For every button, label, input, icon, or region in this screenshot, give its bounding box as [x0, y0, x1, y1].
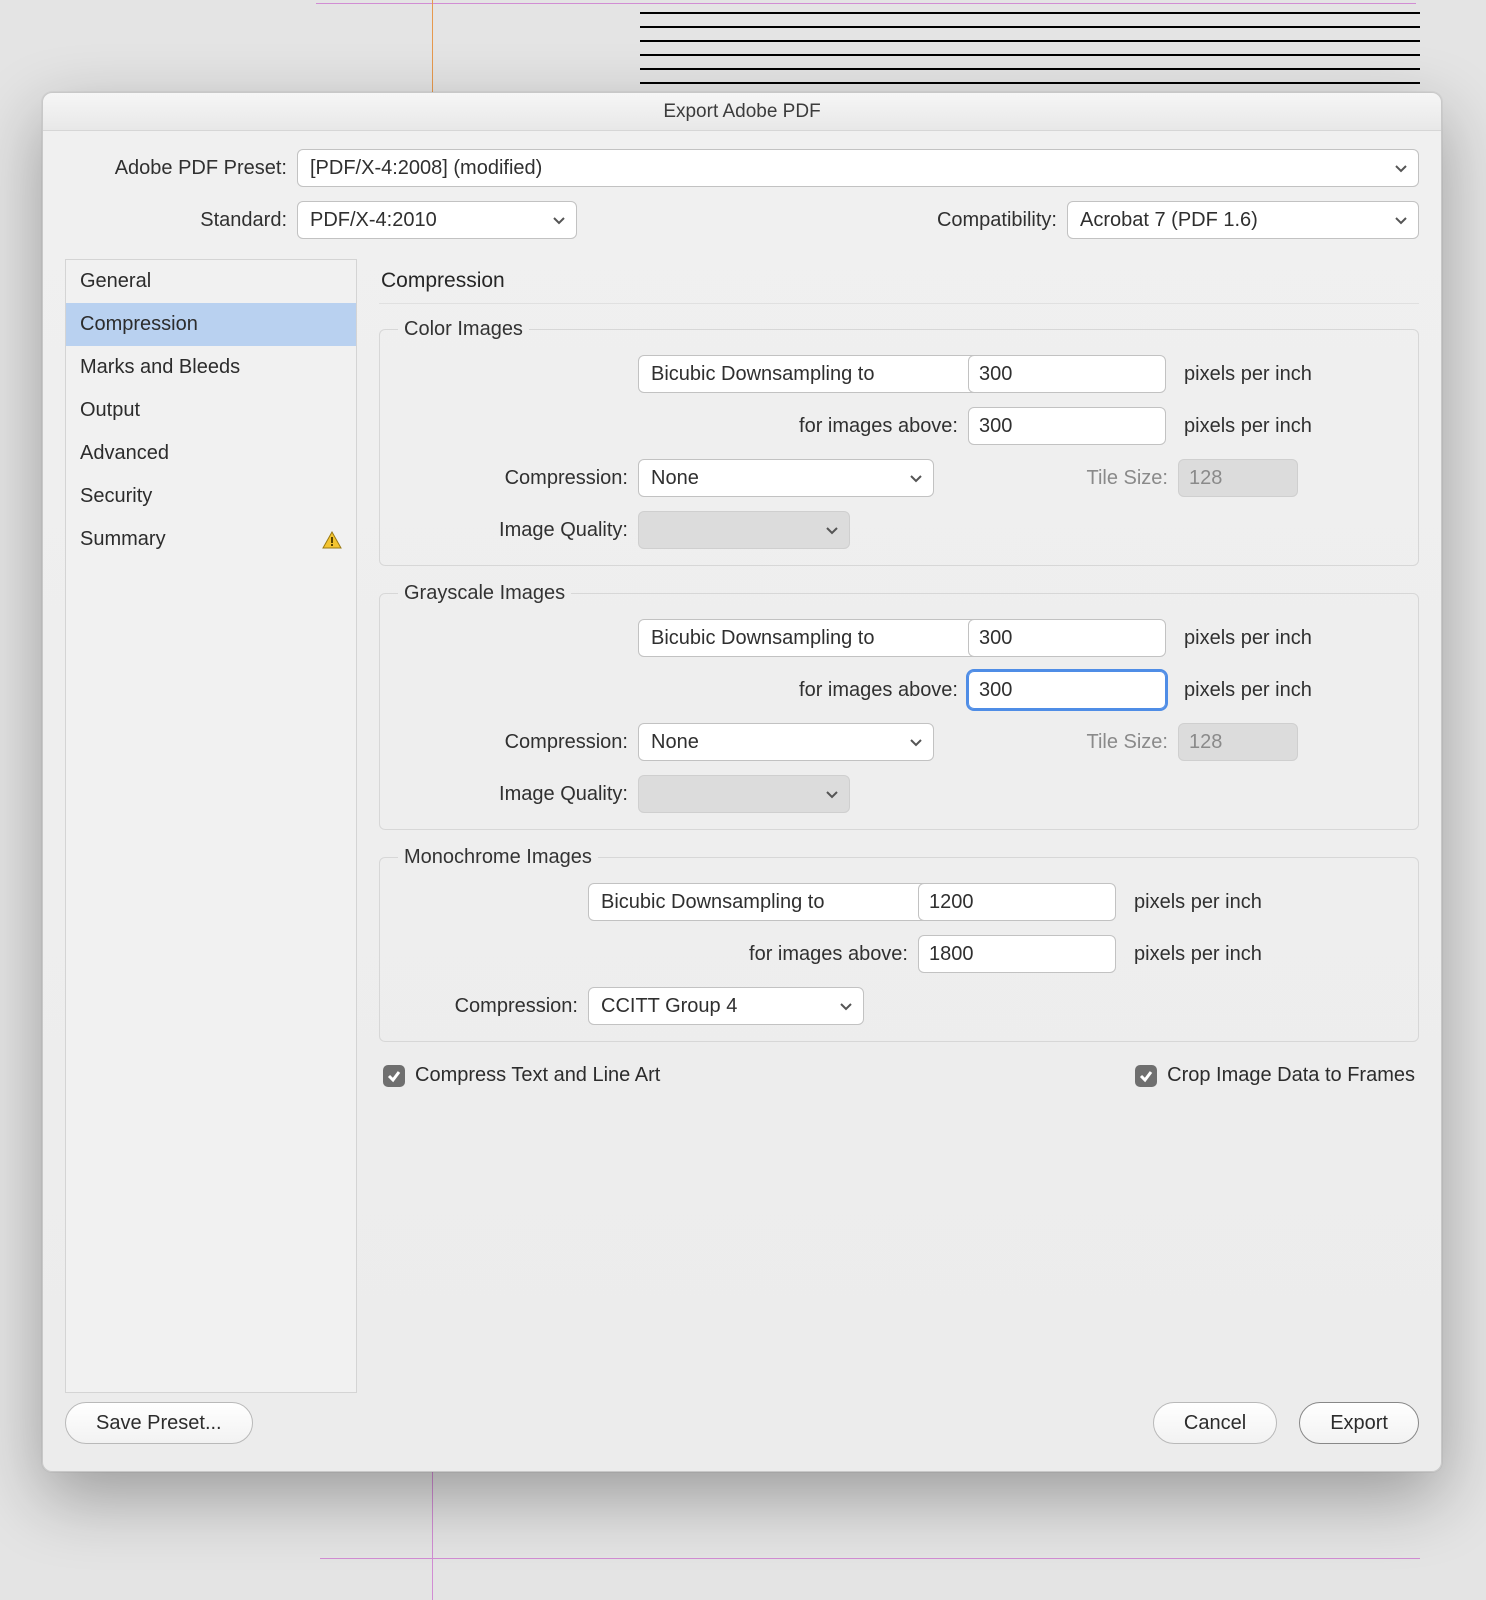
divider	[379, 303, 1419, 304]
sidebar-item-label: Summary	[80, 528, 166, 551]
color-above-label: for images above:	[638, 415, 958, 438]
sidebar-item-label: Output	[80, 399, 140, 422]
gray-ppi-input[interactable]	[968, 619, 1166, 657]
unit-ppi: pixels per inch	[1128, 891, 1400, 914]
unit-ppi: pixels per inch	[1178, 679, 1400, 702]
mono-compression-label: Compression:	[398, 995, 578, 1018]
chevron-down-icon	[1394, 161, 1408, 175]
checkmark-icon	[1135, 1065, 1157, 1087]
chevron-down-icon	[839, 999, 853, 1013]
chevron-down-icon	[825, 523, 839, 537]
color-tile-label: Tile Size:	[968, 467, 1168, 490]
guide-bottom-pink	[320, 1558, 1420, 1559]
color-quality-label: Image Quality:	[398, 519, 628, 542]
compatibility-value: Acrobat 7 (PDF 1.6)	[1080, 209, 1258, 232]
standard-combobox[interactable]: PDF/X-4:2010	[297, 201, 577, 239]
sidebar-item-compression[interactable]: Compression	[66, 303, 356, 346]
unit-ppi: pixels per inch	[1178, 363, 1400, 386]
compatibility-combobox[interactable]: Acrobat 7 (PDF 1.6)	[1067, 201, 1419, 239]
sidebar-item-output[interactable]: Output	[66, 389, 356, 432]
guide-top	[316, 0, 1416, 4]
sidebar-item-advanced[interactable]: Advanced	[66, 432, 356, 475]
mono-above-input[interactable]	[918, 935, 1116, 973]
panel-heading: Compression	[381, 269, 1419, 293]
guide-left-pink	[432, 1468, 433, 1600]
group-color-images: Color Images Bicubic Downsampling to pix…	[379, 318, 1419, 566]
export-pdf-dialog: Export Adobe PDF Adobe PDF Preset: [PDF/…	[42, 92, 1442, 1472]
mono-ppi-input[interactable]	[918, 883, 1116, 921]
group-grayscale-images: Grayscale Images Bicubic Downsampling to…	[379, 582, 1419, 830]
chevron-down-icon	[909, 735, 923, 749]
preset-label: Adobe PDF Preset:	[65, 157, 297, 180]
gray-above-label: for images above:	[638, 679, 958, 702]
checkbox-label: Compress Text and Line Art	[415, 1064, 660, 1087]
cancel-button[interactable]: Cancel	[1153, 1402, 1277, 1444]
legend-gray: Grayscale Images	[398, 582, 571, 605]
button-label: Cancel	[1184, 1412, 1246, 1435]
color-above-input[interactable]	[968, 407, 1166, 445]
checkbox-label: Crop Image Data to Frames	[1167, 1064, 1415, 1087]
gray-quality-combobox	[638, 775, 850, 813]
sidebar-item-label: Advanced	[80, 442, 169, 465]
legend-color: Color Images	[398, 318, 529, 341]
button-label: Export	[1330, 1412, 1388, 1435]
export-button[interactable]: Export	[1299, 1402, 1419, 1444]
sidebar-item-security[interactable]: Security	[66, 475, 356, 518]
category-sidebar: General Compression Marks and Bleeds Out…	[65, 259, 357, 1393]
sidebar-item-summary[interactable]: Summary	[66, 518, 356, 561]
unit-ppi: pixels per inch	[1178, 627, 1400, 650]
group-monochrome-images: Monochrome Images Bicubic Downsampling t…	[379, 846, 1419, 1042]
button-label: Save Preset...	[96, 1412, 222, 1435]
save-preset-button[interactable]: Save Preset...	[65, 1402, 253, 1444]
standard-value: PDF/X-4:2010	[310, 209, 437, 232]
sidebar-item-label: General	[80, 270, 151, 293]
compatibility-label: Compatibility:	[885, 209, 1067, 232]
color-ppi-input[interactable]	[968, 355, 1166, 393]
checkmark-icon	[383, 1065, 405, 1087]
standard-label: Standard:	[65, 209, 297, 232]
gray-compression-label: Compression:	[398, 731, 628, 754]
sidebar-item-general[interactable]: General	[66, 260, 356, 303]
gray-above-input[interactable]	[968, 671, 1166, 709]
color-tile-input	[1178, 459, 1298, 497]
unit-ppi: pixels per inch	[1128, 943, 1400, 966]
checkbox-compress-text[interactable]: Compress Text and Line Art	[383, 1064, 660, 1087]
gray-tile-label: Tile Size:	[968, 731, 1168, 754]
color-quality-combobox	[638, 511, 850, 549]
gray-tile-input	[1178, 723, 1298, 761]
mono-downsample-value: Bicubic Downsampling to	[601, 891, 824, 914]
gray-compression-combobox[interactable]: None	[638, 723, 934, 761]
mono-above-label: for images above:	[588, 943, 908, 966]
gray-compression-value: None	[651, 731, 699, 754]
legend-mono: Monochrome Images	[398, 846, 598, 869]
guide-left-orange	[432, 0, 433, 92]
sidebar-item-label: Marks and Bleeds	[80, 356, 240, 379]
sidebar-item-label: Compression	[80, 313, 198, 336]
sidebar-item-marks-bleeds[interactable]: Marks and Bleeds	[66, 346, 356, 389]
sidebar-item-label: Security	[80, 485, 152, 508]
chevron-down-icon	[1394, 213, 1408, 227]
gray-downsample-value: Bicubic Downsampling to	[651, 627, 874, 650]
checkbox-crop-image-data[interactable]: Crop Image Data to Frames	[1135, 1064, 1415, 1087]
chevron-down-icon	[909, 471, 923, 485]
dialog-title: Export Adobe PDF	[43, 93, 1441, 131]
warning-icon	[322, 531, 342, 549]
color-compression-label: Compression:	[398, 467, 628, 490]
preset-combobox[interactable]: [PDF/X-4:2008] (modified)	[297, 149, 1419, 187]
mono-compression-value: CCITT Group 4	[601, 995, 737, 1018]
chevron-down-icon	[552, 213, 566, 227]
color-downsample-value: Bicubic Downsampling to	[651, 363, 874, 386]
chevron-down-icon	[825, 787, 839, 801]
color-compression-combobox[interactable]: None	[638, 459, 934, 497]
mono-compression-combobox[interactable]: CCITT Group 4	[588, 987, 864, 1025]
gray-quality-label: Image Quality:	[398, 783, 628, 806]
color-compression-value: None	[651, 467, 699, 490]
unit-ppi: pixels per inch	[1178, 415, 1400, 438]
preset-value: [PDF/X-4:2008] (modified)	[310, 157, 542, 180]
